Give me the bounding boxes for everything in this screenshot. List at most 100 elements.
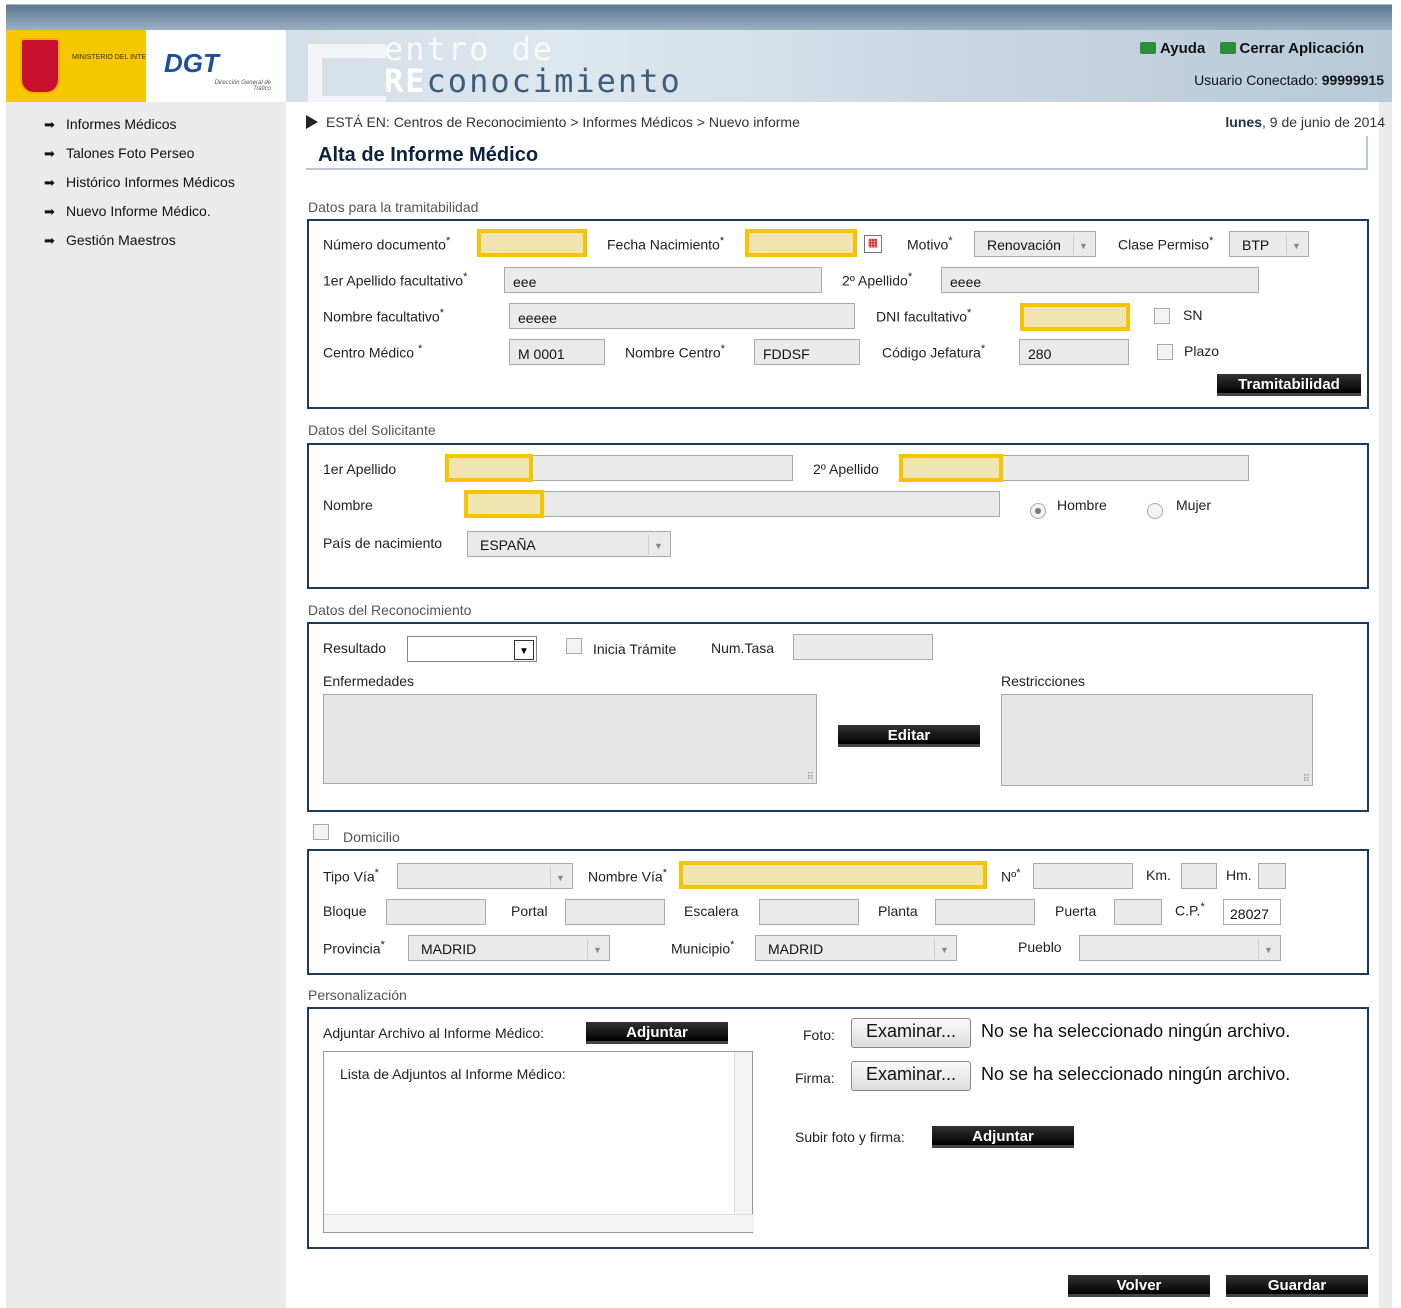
right-margin: [1379, 102, 1392, 1308]
help-link[interactable]: Ayuda: [1140, 40, 1205, 57]
nombre-via-label: Nombre Vía*: [588, 867, 667, 885]
restricciones-label: Restricciones: [1001, 673, 1086, 689]
motivo-label: Motivo*: [907, 235, 953, 253]
fecha-nac-label: Fecha Nacimiento*: [607, 235, 725, 253]
municipio-select[interactable]: MADRID ▼: [755, 935, 957, 961]
volver-button[interactable]: Volver: [1068, 1275, 1210, 1297]
apellido1-highlight: [445, 454, 533, 482]
sidebar-item-gestion-maestros[interactable]: ➡ Gestión Maestros: [44, 232, 286, 261]
clase-permiso-select[interactable]: BTP ▼: [1229, 231, 1309, 257]
bloque-input[interactable]: [386, 899, 486, 925]
apellido1-facultativo-input[interactable]: eee: [504, 267, 822, 293]
arrow-right-icon: ➡: [44, 117, 55, 132]
section-label-reconocimiento: Datos del Reconocimiento: [308, 602, 472, 618]
breadcrumb-path[interactable]: Centros de Reconocimiento > Informes Méd…: [394, 114, 800, 130]
tramitabilidad-box: Número documento* Fecha Nacimiento* ▦ Mo…: [307, 219, 1369, 409]
provincia-label: Provincia*: [323, 939, 385, 957]
codigo-jefatura-label: Código Jefatura*: [882, 343, 986, 361]
firma-label: Firma:: [795, 1070, 835, 1086]
nombre-facultativo-label: Nombre facultativo*: [323, 307, 444, 325]
num-input[interactable]: [1033, 863, 1133, 889]
fecha-nac-input[interactable]: [745, 229, 857, 257]
centro-medico-input[interactable]: M 0001: [509, 339, 605, 365]
foto-examinar-button[interactable]: Examinar...: [851, 1018, 972, 1048]
vertical-scrollbar[interactable]: [734, 1052, 752, 1216]
app-title-re: RE: [384, 62, 427, 100]
adjuntar-archivo-button[interactable]: Adjuntar: [586, 1022, 728, 1044]
app-header: MINISTERIO DEL INTERIOR DGT Dirección Ge…: [6, 30, 1392, 110]
sidebar-item-informes-medicos[interactable]: ➡ Informes Médicos: [44, 116, 286, 145]
planta-input[interactable]: [935, 899, 1035, 925]
centro-medico-label: Centro Médico *: [323, 343, 423, 361]
motivo-select[interactable]: Renovación ▼: [974, 231, 1096, 257]
resultado-select[interactable]: ▼: [407, 636, 537, 662]
plazo-label: Plazo: [1184, 343, 1220, 359]
guardar-button[interactable]: Guardar: [1226, 1275, 1368, 1297]
sn-checkbox[interactable]: [1154, 308, 1170, 324]
foto-label: Foto:: [803, 1027, 835, 1043]
puerta-input[interactable]: [1114, 899, 1162, 925]
restricciones-textarea[interactable]: [1001, 694, 1313, 786]
reconocimiento-box: Resultado ▼ Inicia Trámite Num.Tasa Enfe…: [307, 622, 1369, 812]
pueblo-select[interactable]: ▼: [1079, 935, 1281, 961]
enfermedades-textarea[interactable]: [323, 694, 817, 784]
bloque-label: Bloque: [323, 903, 367, 919]
section-label-solicitante: Datos del Solicitante: [308, 422, 436, 438]
escalera-input[interactable]: [759, 899, 859, 925]
dni-facultativo-label: DNI facultativo*: [876, 307, 972, 325]
apellido2-highlight: [899, 454, 1003, 482]
nombre-centro-input[interactable]: FDDSF: [754, 339, 860, 365]
sidebar-item-talones-foto-perseo[interactable]: ➡ Talones Foto Perseo: [44, 145, 286, 174]
close-app-link[interactable]: Cerrar Aplicación: [1219, 40, 1364, 57]
num-doc-input[interactable]: [477, 229, 587, 257]
subir-foto-firma-button[interactable]: Adjuntar: [932, 1126, 1074, 1148]
hombre-radio[interactable]: [1030, 503, 1046, 519]
mujer-radio[interactable]: [1147, 503, 1163, 519]
codigo-jefatura-input[interactable]: 280: [1019, 339, 1129, 365]
km-label: Km.: [1146, 867, 1171, 883]
apellido1-label: 1er Apellido: [323, 461, 397, 477]
inicia-tramite-checkbox[interactable]: [566, 638, 582, 654]
apellido1-facultativo-label: 1er Apellido facultativo*: [323, 271, 468, 289]
sn-label: SN: [1183, 307, 1203, 323]
apellido2-label: 2º Apellido: [813, 461, 879, 477]
apellido2-facultativo-input[interactable]: eeee: [941, 267, 1259, 293]
firma-examinar-button[interactable]: Examinar...: [851, 1061, 972, 1091]
pais-select[interactable]: ESPAÑA ▼: [467, 531, 671, 557]
horizontal-scrollbar[interactable]: [324, 1214, 754, 1232]
cp-label: C.P.*: [1175, 901, 1205, 919]
dni-facultativo-input[interactable]: [1020, 303, 1130, 331]
adjuntos-list[interactable]: Lista de Adjuntos al Informe Médico:: [323, 1051, 754, 1233]
domicilio-checkbox[interactable]: [313, 824, 329, 840]
plazo-checkbox[interactable]: [1157, 344, 1173, 360]
nombre-input[interactable]: [464, 491, 1000, 517]
breadcrumb: ESTÁ EN: Centros de Reconocimiento > Inf…: [306, 114, 800, 130]
provincia-select[interactable]: MADRID ▼: [408, 935, 610, 961]
chevron-down-icon: ▼: [550, 867, 570, 887]
editar-button[interactable]: Editar: [838, 725, 980, 747]
cp-input[interactable]: 28027: [1223, 899, 1281, 925]
sidebar-item-nuevo-informe[interactable]: ➡ Nuevo Informe Médico.: [44, 203, 286, 232]
hm-input[interactable]: [1258, 863, 1286, 889]
nombre-facultativo-input[interactable]: eeeee: [509, 303, 855, 329]
app-title-rest: conocimiento: [426, 62, 682, 100]
tipo-via-select[interactable]: ▼: [397, 863, 573, 889]
calendar-icon[interactable]: ▦: [864, 235, 882, 253]
km-input[interactable]: [1181, 863, 1217, 889]
adjuntos-list-label: Lista de Adjuntos al Informe Médico:: [340, 1066, 566, 1082]
firma-file-status: No se ha seleccionado ningún archivo.: [981, 1064, 1291, 1084]
tramitabilidad-button[interactable]: Tramitabilidad: [1217, 374, 1361, 396]
user-id: 99999915: [1321, 72, 1384, 88]
num-tasa-input[interactable]: [793, 634, 933, 660]
chevron-down-icon: ▼: [514, 640, 534, 660]
current-date: lunes, 9 de junio de 2014: [1225, 114, 1385, 130]
apellido2-facultativo-label: 2º Apellido*: [842, 271, 913, 289]
sidebar-item-historico[interactable]: ➡ Histórico Informes Médicos: [44, 174, 286, 203]
domicilio-box: Tipo Vía* ▼ Nombre Vía* Nº* Km. Hm. Bloq…: [307, 849, 1369, 975]
portal-input[interactable]: [565, 899, 665, 925]
adjuntar-archivo-label: Adjuntar Archivo al Informe Médico:: [323, 1025, 544, 1041]
foto-file-status: No se ha seleccionado ningún archivo.: [981, 1021, 1291, 1041]
nombre-via-input[interactable]: [679, 861, 987, 889]
coat-of-arms-icon: [20, 38, 60, 94]
chevron-down-icon: ▼: [648, 535, 668, 555]
